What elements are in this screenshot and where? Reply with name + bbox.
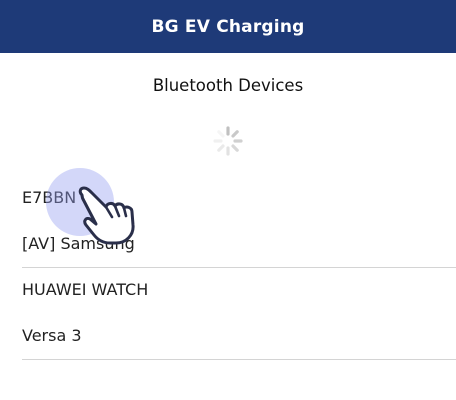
device-item-versa-3[interactable]: Versa 3: [0, 314, 456, 360]
device-name: Versa 3: [22, 326, 82, 345]
device-name: HUAWEI WATCH: [22, 280, 149, 299]
device-item-huawei-watch[interactable]: HUAWEI WATCH: [0, 268, 456, 314]
tap-hand-icon: [78, 186, 135, 245]
section-title: Bluetooth Devices: [152, 76, 304, 95]
app-header: BG EV Charging: [0, 0, 456, 53]
app-title: BG EV Charging: [151, 16, 305, 37]
loading-spinner-icon: [213, 126, 243, 156]
divider: [22, 359, 456, 360]
